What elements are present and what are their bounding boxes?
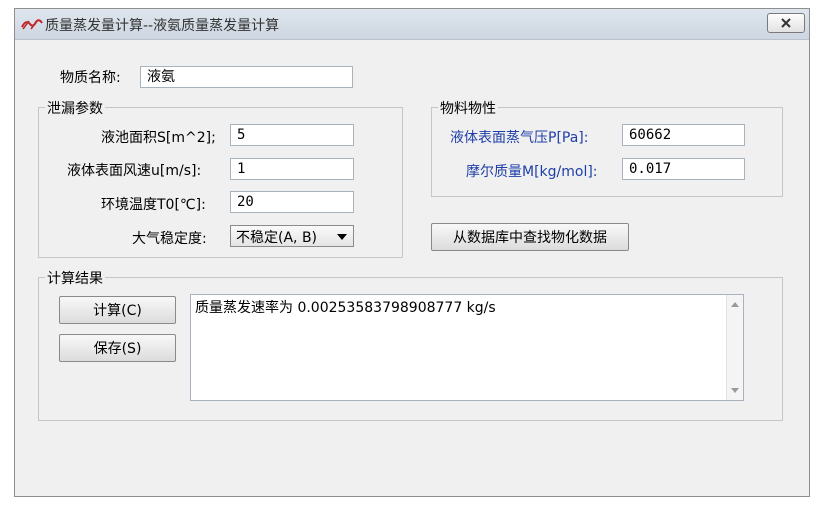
lookup-database-button[interactable]: 从数据库中查找物化数据	[431, 223, 629, 251]
molar-mass-label: 摩尔质量M[kg/mol]:	[466, 164, 598, 180]
scroll-down-icon[interactable]	[731, 388, 739, 393]
save-button[interactable]: 保存(S)	[59, 334, 176, 362]
main-window: 质量蒸发量计算--液氨质量蒸发量计算 物质名称: 液氨 泄漏参数 液池面积S[m…	[14, 8, 810, 497]
calculate-button[interactable]: 计算(C)	[59, 296, 176, 324]
pool-area-field[interactable]: 5	[230, 124, 354, 146]
ambient-temp-label: 环境温度T0[℃]:	[101, 197, 206, 213]
wind-speed-label: 液体表面风速u[m/s]:	[67, 163, 202, 179]
molar-mass-field[interactable]: 0.017	[622, 158, 745, 180]
substance-name-field[interactable]: 液氨	[140, 66, 353, 88]
chevron-down-icon	[337, 234, 347, 240]
leak-params-title: 泄漏参数	[45, 98, 105, 118]
vapor-pressure-label: 液体表面蒸气压P[Pa]:	[450, 130, 589, 146]
vertical-scrollbar[interactable]	[726, 295, 743, 400]
stability-dropdown[interactable]: 不稳定(A, B)	[230, 225, 354, 247]
close-icon	[781, 18, 791, 28]
result-output-textarea[interactable]: 质量蒸发速率为 0.00253583798908777 kg/s	[190, 294, 744, 401]
material-props-title: 物料物性	[438, 98, 498, 118]
close-button[interactable]	[767, 13, 805, 33]
title-bar: 质量蒸发量计算--液氨质量蒸发量计算	[15, 9, 809, 40]
app-logo-icon	[21, 17, 43, 31]
scroll-up-icon[interactable]	[731, 302, 739, 307]
stability-selected: 不稳定(A, B)	[236, 230, 318, 246]
window-title: 质量蒸发量计算--液氨质量蒸发量计算	[45, 18, 280, 34]
wind-speed-field[interactable]: 1	[230, 158, 354, 180]
pool-area-label: 液池面积S[m^2];	[101, 130, 216, 146]
result-output-text: 质量蒸发速率为 0.00253583798908777 kg/s	[195, 300, 496, 316]
material-props-group: 物料物性	[431, 98, 783, 197]
vapor-pressure-field[interactable]: 60662	[622, 124, 745, 146]
ambient-temp-field[interactable]: 20	[230, 191, 354, 213]
results-title: 计算结果	[45, 268, 105, 288]
substance-label: 物质名称:	[60, 70, 121, 86]
stability-label: 大气稳定度:	[132, 231, 207, 247]
